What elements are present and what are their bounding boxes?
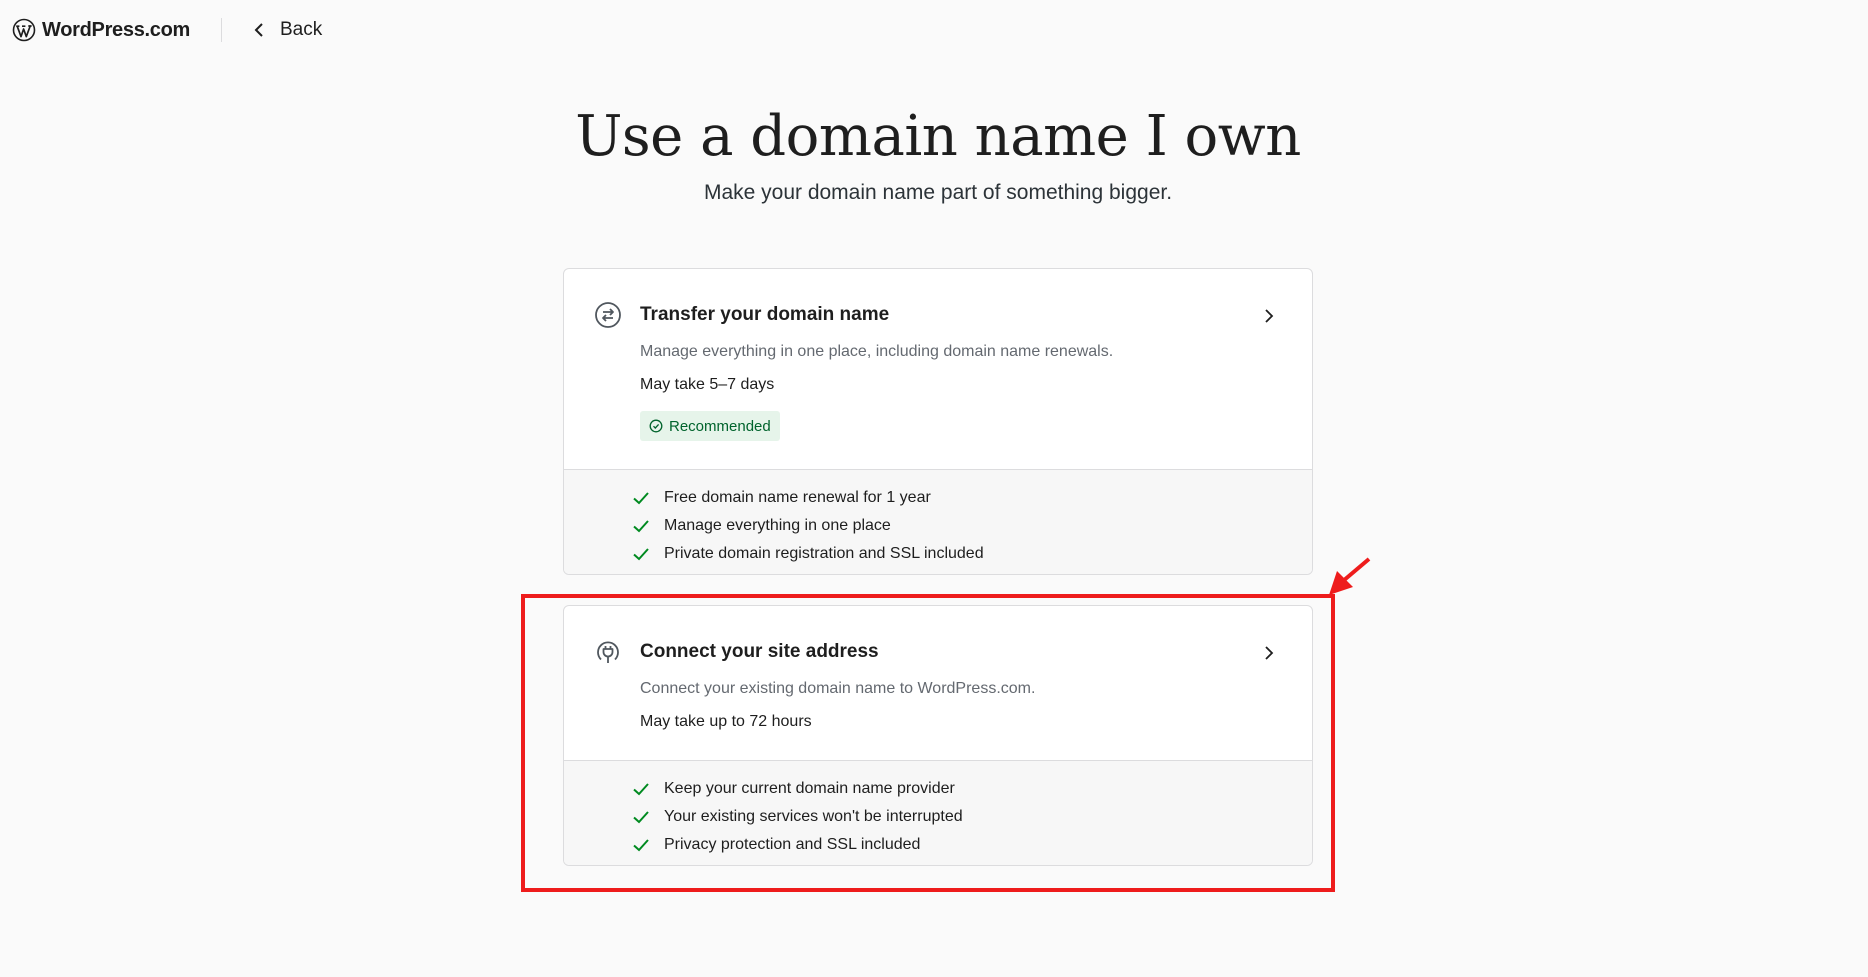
list-item: Private domain registration and SSL incl… — [630, 540, 1312, 568]
transfer-domain-option[interactable]: Transfer your domain name Manage everyth… — [563, 268, 1313, 575]
header-divider — [221, 18, 222, 42]
option-description: Manage everything in one place, includin… — [640, 343, 1114, 360]
checkmark-icon — [633, 783, 649, 796]
list-item: Manage everything in one place — [630, 512, 1312, 540]
checkmark-icon — [633, 811, 649, 824]
annotation-arrow-icon — [1329, 557, 1371, 595]
check-circle-icon — [649, 419, 663, 433]
card-header: Connect your site address Connect your e… — [564, 606, 1312, 762]
page-title: Use a domain name I own — [575, 104, 1301, 169]
feature-text: Your existing services won't be interrup… — [664, 808, 963, 825]
card-header: Transfer your domain name Manage everyth… — [564, 269, 1312, 471]
list-item: Free domain name renewal for 1 year — [630, 484, 1312, 512]
feature-text: Free domain name renewal for 1 year — [664, 489, 931, 506]
connect-domain-option[interactable]: Connect your site address Connect your e… — [563, 605, 1313, 866]
list-item: Keep your current domain name provider — [630, 775, 1312, 803]
option-title: Transfer your domain name — [640, 304, 890, 325]
feature-text: Privacy protection and SSL included — [664, 836, 921, 853]
transfer-arrows-icon — [595, 302, 621, 328]
checkmark-icon — [633, 492, 649, 505]
checkmark-icon — [633, 839, 649, 852]
checkmark-icon — [633, 520, 649, 533]
badge-label: Recommended — [669, 417, 771, 435]
top-bar: WordPress.com Back — [0, 0, 1868, 60]
option-time-estimate: May take up to 72 hours — [640, 713, 812, 730]
back-button[interactable]: Back — [252, 17, 322, 43]
option-description: Connect your existing domain name to Wor… — [640, 680, 1036, 697]
feature-list: Keep your current domain name provider Y… — [564, 760, 1312, 865]
page-subtitle: Make your domain name part of something … — [703, 181, 1173, 204]
checkmark-icon — [633, 548, 649, 561]
feature-text: Manage everything in one place — [664, 517, 891, 534]
chevron-left-icon — [254, 23, 263, 37]
logo-text: WordPress.com — [42, 18, 191, 41]
recommended-badge: Recommended — [640, 411, 780, 441]
back-label: Back — [280, 19, 323, 40]
feature-text: Keep your current domain name provider — [664, 780, 955, 797]
chevron-right-icon — [1265, 309, 1274, 323]
wordpress-logo-icon — [12, 18, 36, 42]
wordpress-logo[interactable]: WordPress.com — [12, 17, 190, 43]
feature-text: Private domain registration and SSL incl… — [664, 545, 984, 562]
list-item: Your existing services won't be interrup… — [630, 803, 1312, 831]
plug-icon — [597, 641, 619, 663]
option-time-estimate: May take 5–7 days — [640, 376, 775, 393]
feature-list: Free domain name renewal for 1 year Mana… — [564, 469, 1312, 574]
option-title: Connect your site address — [640, 641, 879, 662]
chevron-right-icon — [1265, 646, 1274, 660]
list-item: Privacy protection and SSL included — [630, 831, 1312, 859]
